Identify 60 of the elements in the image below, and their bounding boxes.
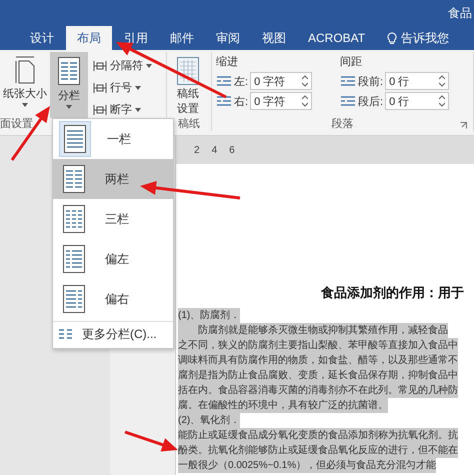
columns-icon [57,56,81,86]
paragraph-spacing-icon [216,95,232,107]
spin-field[interactable]: 0 字符 [250,72,312,90]
spinner-icon[interactable] [439,95,446,107]
section-heading: 间距 [340,55,363,70]
tell-me-search[interactable]: 告诉我您 [387,26,450,50]
ribbon-tab[interactable]: 布局 [66,26,112,50]
spinner-icon[interactable] [302,95,308,107]
group-label: 面设置 [0,117,33,131]
annotation-arrow [10,106,50,161]
ribbon-small-button[interactable]: 分隔符 [91,57,154,74]
ribbon-tab[interactable]: 视图 [252,26,296,50]
menu-item[interactable]: 三栏 [53,199,173,239]
field-label: 段前: [358,74,384,88]
spin-field[interactable]: 0 行 [385,92,450,110]
document-heading: 食品添加剂的作用：用于 [320,284,465,302]
more-columns-item[interactable]: 更多分栏(C)... [53,324,173,344]
tell-me-text: 告诉我您 [401,30,450,46]
ribbon-small-button[interactable]: 行号 [91,79,154,96]
field-label: 左: [234,74,248,88]
paragraph-spacing-icon [340,95,356,107]
menu-item[interactable]: 两栏 [53,159,173,199]
ribbon-small-button[interactable]: 断字 [91,101,154,118]
layout-icon [93,82,107,94]
spinner-icon[interactable] [439,75,446,87]
menu-item[interactable]: 偏左 [53,239,173,279]
caret-icon [135,86,141,90]
menu-item[interactable]: 一栏 [53,119,173,159]
caret-icon [146,64,152,68]
spin-field[interactable]: 0 字符 [250,92,312,110]
ribbon-tab[interactable]: 审阅 [206,26,250,50]
paragraph-spacing-icon [340,75,356,87]
columns-button[interactable]: 分栏 [50,52,88,118]
spinner-icon[interactable] [302,75,308,87]
page-icon [14,56,36,84]
window-title: 食品 [448,4,472,22]
ribbon-tab[interactable]: 设计 [20,26,64,50]
ruler-number: 2 [194,144,200,156]
field-label: 段后: [358,94,384,108]
paragraph-spacing-icon [216,75,232,87]
columns-icon [59,329,72,339]
spin-field[interactable]: 0 行 [385,72,450,90]
lightbulb-icon [387,32,398,44]
section-heading: 缩进 [216,54,239,70]
field-label: 右: [234,94,248,108]
group-label: 段落 [332,117,354,131]
annotation-arrow [124,430,178,452]
ruler-number: 4 [212,144,218,156]
ruler-number: 6 [229,144,235,156]
caret-icon [66,105,72,109]
ribbon-tab[interactable]: 引用 [114,26,158,50]
group-label: 稿纸 [178,117,200,131]
layout-icon [93,104,107,116]
page-size-button[interactable]: 纸张大小 [0,52,50,118]
dialog-launcher-icon[interactable] [460,122,467,129]
menu-item[interactable]: 偏右 [53,279,173,319]
ribbon-tab[interactable]: 邮件 [160,26,204,50]
layout-icon [93,60,107,72]
caret-icon [135,108,141,112]
ribbon-tab[interactable]: ACROBAT [298,26,376,50]
